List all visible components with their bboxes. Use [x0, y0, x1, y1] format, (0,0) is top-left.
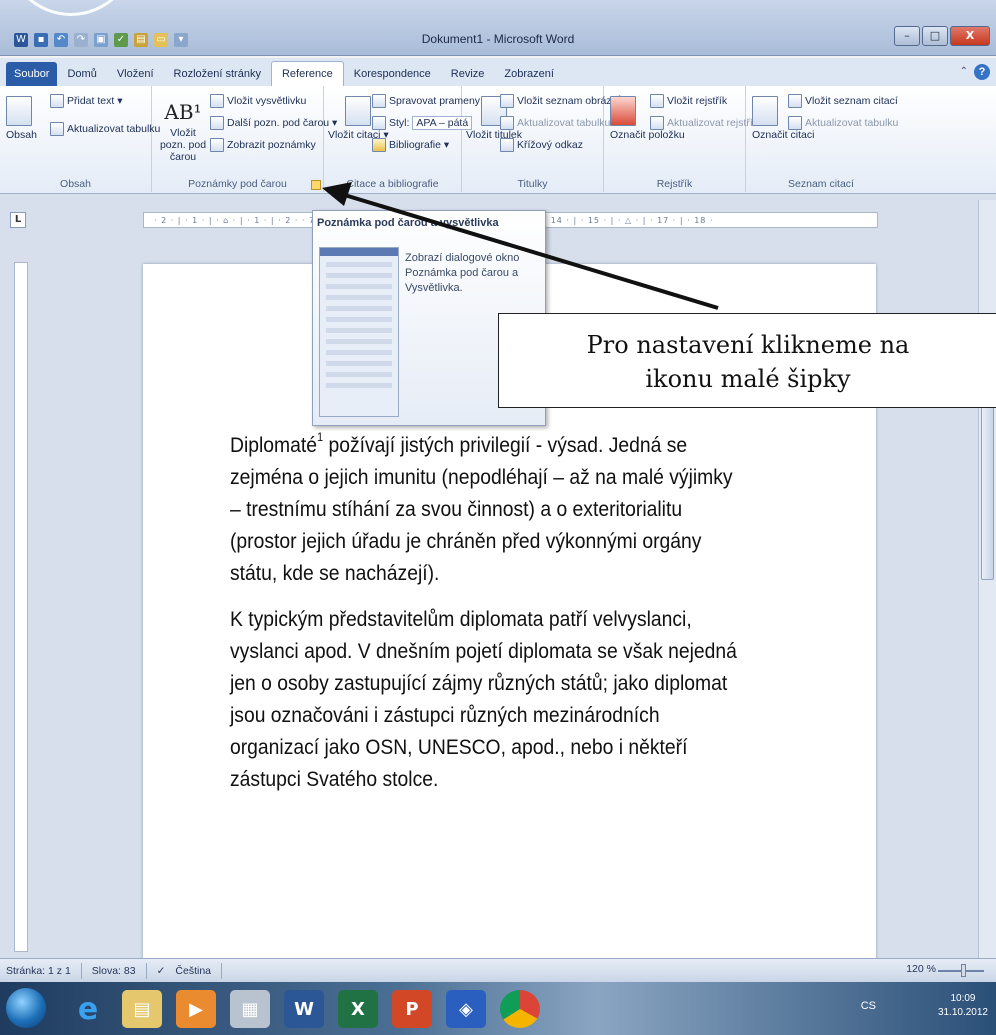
- tab-page-layout[interactable]: Rozložení stránky: [164, 62, 271, 86]
- proofing-icon[interactable]: ✓: [157, 965, 166, 977]
- bibliography-icon: [372, 138, 386, 152]
- tooltip-body: Zobrazí dialogové okno Poznámka pod čaro…: [405, 252, 520, 294]
- media-player-icon[interactable]: ▶: [176, 990, 216, 1028]
- callout-line-1: Pro nastavení klikneme na: [586, 331, 910, 359]
- internet-explorer-icon[interactable]: e: [68, 990, 108, 1028]
- next-footnote-icon: [210, 116, 224, 130]
- tab-home[interactable]: Domů: [57, 62, 106, 86]
- endnote-icon: [210, 94, 224, 108]
- screen: W ▪ ↶ ↷ ▣ ✓ ▤ ▭ ▾ Dokument1 - Microsoft …: [0, 0, 996, 1035]
- update-table-icon: [788, 116, 802, 130]
- insert-index-icon: [650, 94, 664, 108]
- group-index: Označit položku Vložit rejstřík Aktualiz…: [604, 86, 758, 192]
- group-table-of-authorities: Označit citaci Vložit seznam citací Aktu…: [746, 86, 898, 192]
- update-index-button[interactable]: Aktualizovat rejstřík: [650, 116, 758, 130]
- mark-entry-icon: [610, 96, 636, 126]
- table-of-contents-button[interactable]: Obsah: [6, 96, 37, 141]
- group-captions: Vložit titulek Vložit seznam obrázků Akt…: [462, 86, 623, 192]
- update-table-icon: [50, 122, 64, 136]
- network-app-icon[interactable]: ◈: [446, 990, 486, 1028]
- callout-line-2: ikonu malé šipky: [645, 365, 851, 393]
- next-footnote-button[interactable]: Další pozn. pod čarou ▾: [210, 116, 337, 130]
- add-text-button[interactable]: Přidat text ▾: [50, 94, 122, 108]
- group-table-of-contents: Obsah Přidat text ▾ Aktualizovat tabulku…: [0, 86, 160, 192]
- group-label: Obsah: [60, 178, 91, 190]
- minimize-ribbon-icon[interactable]: ⌃: [960, 66, 968, 77]
- document-body[interactable]: Diplomaté1 požívají jistých privilegií -…: [230, 430, 745, 810]
- style-dropdown[interactable]: Styl: APA – pátá: [372, 116, 473, 130]
- windows-taskbar: e ▤ ▶ ▦ W X P ◈ CS 10:09 31.10.2012: [0, 982, 996, 1035]
- chrome-icon[interactable]: [500, 990, 540, 1028]
- system-clock[interactable]: 10:09 31.10.2012: [938, 992, 988, 1020]
- footnote-ab-icon: AB¹: [164, 100, 202, 124]
- group-label: Seznam citací: [788, 178, 854, 190]
- tab-selector[interactable]: L: [10, 212, 26, 228]
- annotation-callout: Pro nastavení klikneme na ikonu malé šip…: [498, 313, 996, 408]
- status-bar: Stránka: 1 z 1 Slova: 83 ✓ Čeština 120 %: [0, 958, 996, 982]
- ribbon-tabs: Soubor Domů Vložení Rozložení stránky Re…: [0, 58, 996, 86]
- dialog-preview-image: [319, 247, 399, 417]
- cross-reference-button[interactable]: Křížový odkaz: [500, 138, 583, 152]
- tab-insert[interactable]: Vložení: [107, 62, 164, 86]
- group-citations: Vložit citaci ▾ Spravovat prameny Styl: A…: [324, 86, 480, 192]
- maximize-button[interactable]: □: [922, 26, 948, 46]
- decorative-circle: [6, 0, 136, 16]
- group-label: Poznámky pod čarou: [188, 178, 287, 190]
- window-title: Dokument1 - Microsoft Word: [421, 32, 575, 46]
- tab-review[interactable]: Revize: [441, 62, 495, 86]
- word-taskbar-icon[interactable]: W: [284, 990, 324, 1028]
- close-button[interactable]: X: [950, 26, 990, 46]
- page-count[interactable]: Stránka: 1 z 1: [6, 965, 71, 977]
- zoom-level[interactable]: 120 %: [906, 963, 936, 975]
- group-footnotes: AB¹ Vložit pozn. pod čarou Vložit vysvět…: [152, 86, 337, 192]
- mark-citation-icon: [752, 96, 778, 126]
- update-table-icon: [500, 116, 514, 130]
- insert-citation-icon: [345, 96, 372, 126]
- paragraph-2[interactable]: K typickým představitelům diplomata patř…: [230, 604, 745, 796]
- show-notes-button[interactable]: Zobrazit poznámky: [210, 138, 316, 152]
- start-button-icon[interactable]: [6, 988, 46, 1028]
- title-bar: W ▪ ↶ ↷ ▣ ✓ ▤ ▭ ▾ Dokument1 - Microsoft …: [0, 0, 996, 56]
- update-authorities-button[interactable]: Aktualizovat tabulku: [788, 116, 898, 130]
- group-label: Rejstřík: [656, 178, 693, 190]
- file-explorer-icon[interactable]: ▤: [122, 990, 162, 1028]
- table-of-contents-icon: [6, 96, 32, 126]
- word-count[interactable]: Slova: 83: [92, 965, 136, 977]
- vertical-ruler[interactable]: [14, 262, 28, 952]
- insert-endnote-button[interactable]: Vložit vysvětlivku: [210, 94, 306, 108]
- bibliography-button[interactable]: Bibliografie ▾: [372, 138, 449, 152]
- minimize-button[interactable]: –: [894, 26, 920, 46]
- ribbon: Obsah Přidat text ▾ Aktualizovat tabulku…: [0, 86, 996, 194]
- window-controls: – □ X: [894, 26, 990, 46]
- powerpoint-taskbar-icon[interactable]: P: [392, 990, 432, 1028]
- insert-index-button[interactable]: Vložit rejstřík: [650, 94, 727, 108]
- cross-reference-icon: [500, 138, 514, 152]
- tooltip-title: Poznámka pod čarou a vysvětlivka: [317, 217, 499, 229]
- show-notes-icon: [210, 138, 224, 152]
- insert-table-of-authorities-button[interactable]: Vložit seznam citací: [788, 94, 898, 108]
- add-text-icon: [50, 94, 64, 108]
- table-of-authorities-icon: [788, 94, 802, 108]
- zoom-slider-thumb[interactable]: [961, 964, 966, 977]
- tab-mailings[interactable]: Korespondence: [344, 62, 441, 86]
- footnote-dialog-launcher-icon[interactable]: [311, 180, 321, 190]
- table-of-figures-icon: [500, 94, 514, 108]
- group-label: Titulky: [517, 178, 548, 190]
- tab-file[interactable]: Soubor: [6, 62, 58, 86]
- manage-sources-icon: [372, 94, 386, 108]
- group-label: Citace a bibliografie: [346, 178, 439, 190]
- tab-references[interactable]: Reference: [270, 61, 344, 86]
- paragraph-1[interactable]: Diplomaté1 požívají jistých privilegií -…: [230, 430, 745, 590]
- style-icon: [372, 116, 386, 130]
- help-icon[interactable]: ?: [974, 64, 990, 80]
- update-toc-button[interactable]: Aktualizovat tabulku: [50, 122, 160, 136]
- update-figures-table-button[interactable]: Aktualizovat tabulku: [500, 116, 610, 130]
- excel-taskbar-icon[interactable]: X: [338, 990, 378, 1028]
- insert-footnote-button[interactable]: AB¹ Vložit pozn. pod čarou: [158, 100, 208, 163]
- calculator-icon[interactable]: ▦: [230, 990, 270, 1028]
- input-language[interactable]: CS: [861, 1000, 876, 1012]
- language-indicator[interactable]: Čeština: [175, 965, 211, 977]
- tab-view[interactable]: Zobrazení: [494, 62, 564, 86]
- update-index-icon: [650, 116, 664, 130]
